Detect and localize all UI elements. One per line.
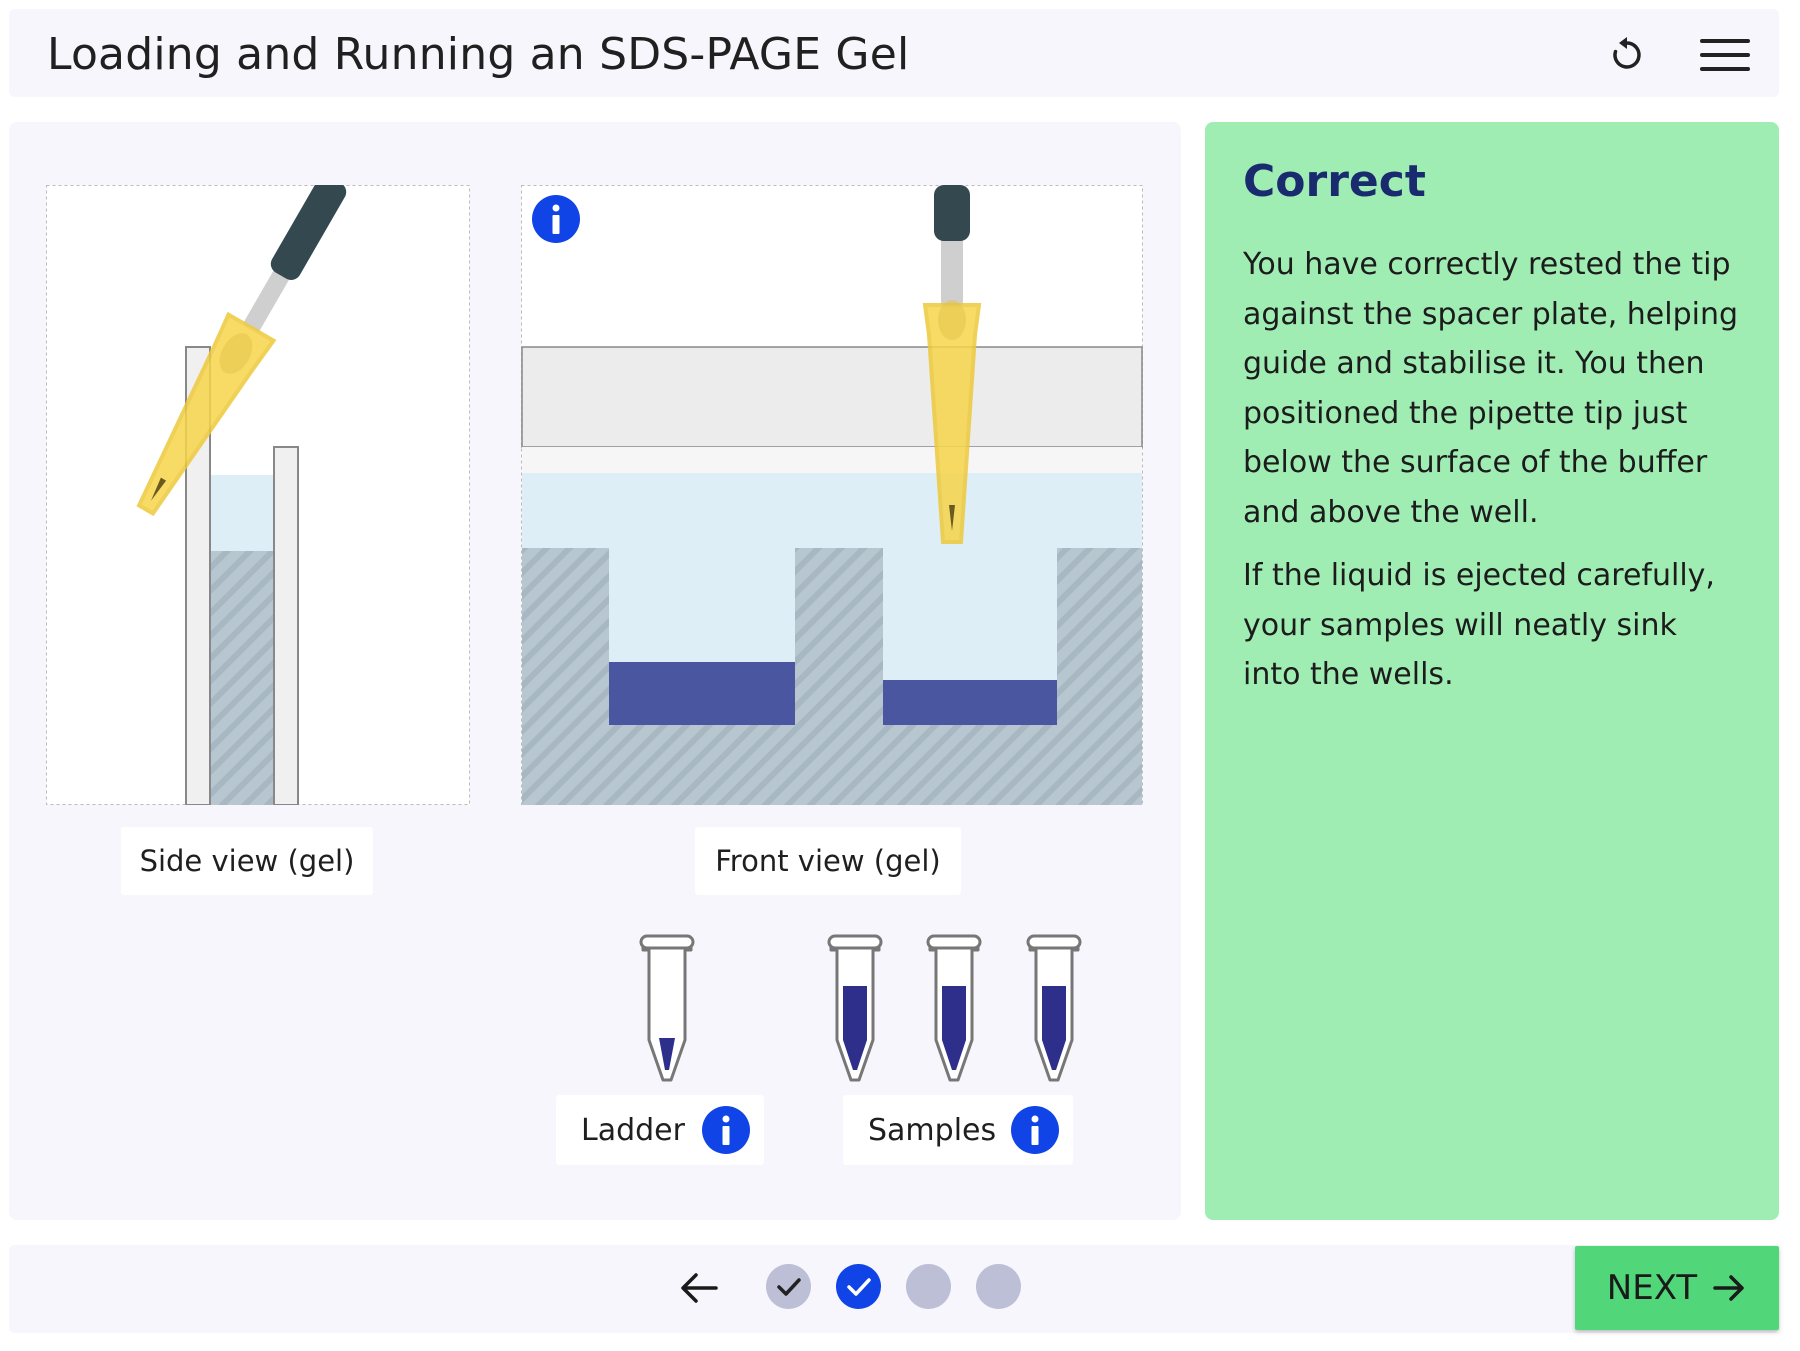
well-sample-1 [609,662,795,725]
samples-label: Samples [868,1112,997,1148]
side-gel [210,551,274,805]
footer-bar [9,1245,1779,1333]
front-view-info-button[interactable] [532,195,580,243]
next-button[interactable]: NEXT [1575,1246,1779,1330]
workspace-panel: Side view (gel) Front view (gel) Ladder … [9,122,1181,1220]
ladder-tube[interactable] [633,930,701,1088]
feedback-panel: Correct You have correctly rested the ti… [1205,122,1779,1220]
sample-tube-2[interactable] [920,930,988,1088]
front-view-label: Front view (gel) [695,827,961,895]
reset-button[interactable] [1601,29,1653,81]
glass-strip [522,447,1142,473]
arrow-right-icon [1713,1275,1744,1301]
samples-label-box: Samples [843,1095,1073,1165]
back-button[interactable] [678,1268,722,1308]
check-icon [846,1277,871,1296]
info-icon [552,204,560,234]
progress-step-2[interactable] [836,1264,881,1309]
info-icon [1031,1115,1039,1145]
arrow-left-icon [681,1273,718,1303]
front-view-diagram [521,185,1143,805]
sample-tube-1[interactable] [821,930,889,1088]
top-plate [521,346,1143,448]
reset-icon [1613,37,1641,69]
progress-step-1[interactable] [766,1264,811,1309]
ladder-label-box: Ladder [556,1095,764,1165]
sample-tube-3[interactable] [1020,930,1088,1088]
side-buffer [210,475,274,551]
check-icon [776,1277,801,1296]
well-sample-2 [883,680,1057,725]
side-view-diagram [46,185,470,805]
feedback-body: You have correctly rested the tip agains… [1243,240,1743,714]
next-label: NEXT [1606,1268,1698,1308]
page-title: Loading and Running an SDS-PAGE Gel [47,29,910,80]
progress-step-3[interactable] [906,1264,951,1309]
ladder-info-button[interactable] [702,1106,750,1154]
side-view-label: Side view (gel) [121,827,373,895]
feedback-paragraph-1: You have correctly rested the tip agains… [1243,247,1739,530]
info-icon [722,1115,730,1145]
feedback-paragraph-2: If the liquid is ejected carefully, your… [1243,558,1715,692]
menu-button[interactable] [1697,29,1753,81]
ladder-label: Ladder [581,1112,685,1148]
front-glass-plate [273,446,299,805]
hamburger-menu-icon [1700,39,1750,71]
feedback-title: Correct [1243,156,1426,207]
samples-info-button[interactable] [1011,1106,1059,1154]
header-bar: Loading and Running an SDS-PAGE Gel [9,9,1779,97]
progress-step-4[interactable] [976,1264,1021,1309]
